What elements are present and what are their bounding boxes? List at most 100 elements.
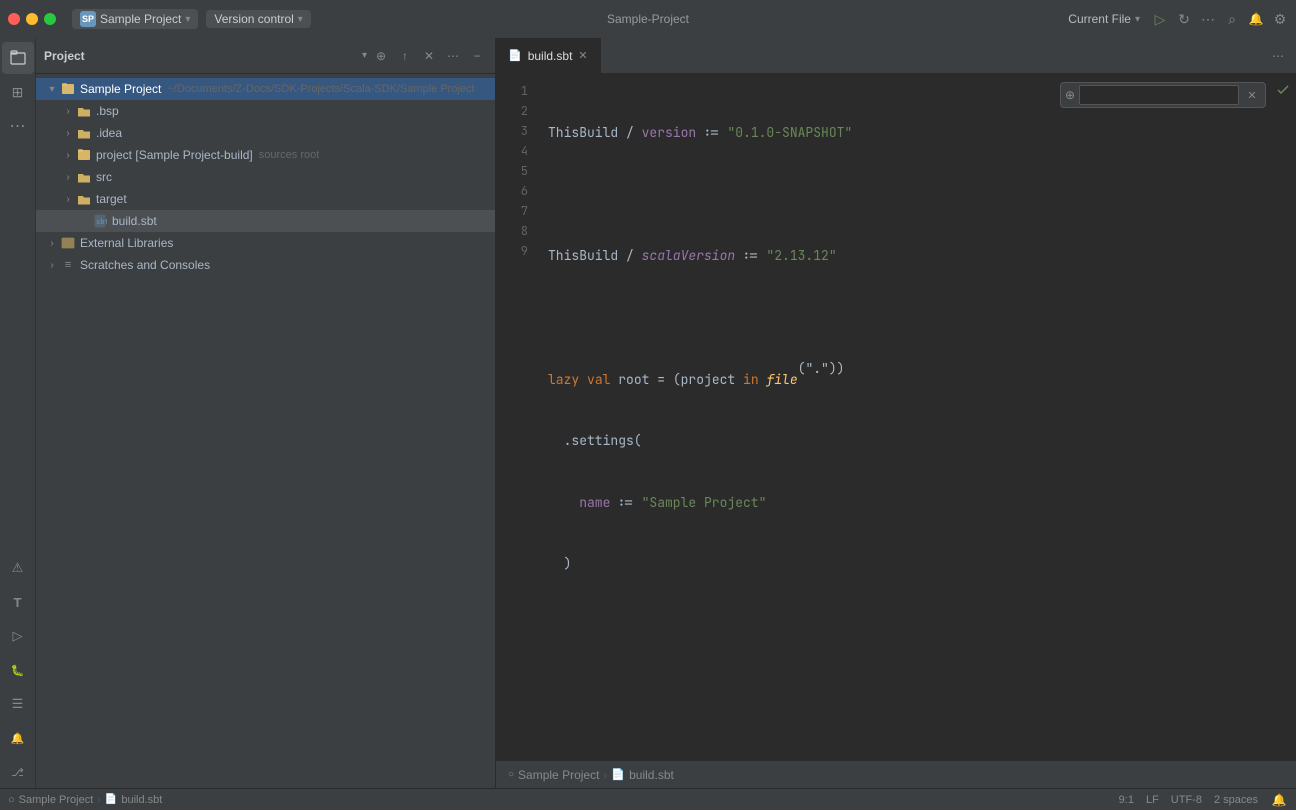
activity-bar: ⊞ ⋯ ⚠ T ▷ 🐛 ☰ 🔔 ⎇ — [0, 38, 36, 788]
tree-item-target[interactable]: › target — [36, 188, 495, 210]
activity-terminal-icon[interactable]: T — [2, 586, 34, 618]
status-left: ○ Sample Project › 📄 build.sbt — [8, 794, 162, 806]
minimize-button[interactable] — [26, 13, 38, 25]
status-file-icon: 📄 — [105, 794, 117, 805]
code-content[interactable]: ThisBuild / version := "0.1.0-SNAPSHOT" … — [536, 74, 1296, 760]
code-line-2 — [548, 185, 1284, 205]
status-position[interactable]: 9:1 — [1119, 794, 1134, 806]
close-panel-button[interactable]: ✕ — [419, 46, 439, 66]
breadcrumb-file[interactable]: 📄 build.sbt — [611, 768, 673, 782]
folder-icon-idea — [76, 125, 92, 141]
line-number-6: 6 — [496, 182, 536, 202]
project-badge[interactable]: SP Sample Project ▾ — [72, 9, 198, 29]
editor-tab-bar: 📄 build.sbt ✕ ⋯ — [496, 38, 1296, 74]
tree-item-external-libraries[interactable]: › External Libraries — [36, 232, 495, 254]
line-number-7: 7 — [496, 202, 536, 222]
line-number-5: 5 — [496, 162, 536, 182]
external-libraries-icon — [60, 235, 76, 251]
status-project-icon: ○ — [8, 794, 15, 806]
search-icon[interactable]: ⌕ — [1224, 11, 1240, 27]
run-icon[interactable]: ▷ — [1152, 11, 1168, 27]
status-bar: ○ Sample Project › 📄 build.sbt 9:1 LF UT… — [0, 788, 1296, 810]
collapse-all-button[interactable]: ↑ — [395, 46, 415, 66]
settings-icon[interactable]: ⚙ — [1272, 11, 1288, 27]
activity-more-icon[interactable]: ⋯ — [2, 110, 34, 142]
svg-text:sbt: sbt — [96, 218, 107, 226]
editor-tab-close-icon[interactable]: ✕ — [578, 49, 587, 62]
tree-secondary-project-build: sources root — [259, 149, 320, 161]
line-number-2: 2 — [496, 102, 536, 122]
tree-label-project-build: project [Sample Project-build] — [96, 148, 253, 162]
status-sep: › — [97, 794, 101, 806]
tree-item-sample-project[interactable]: ▾ Sample Project ~/Documents/Z-Docs/SDK-… — [36, 78, 495, 100]
traffic-lights — [8, 13, 56, 25]
module-icon-project-build — [76, 147, 92, 163]
editor-tab-more-icon[interactable]: ⋯ — [1268, 46, 1288, 66]
status-project-name[interactable]: Sample Project — [19, 794, 94, 806]
more-actions-icon[interactable]: ⋯ — [1200, 11, 1216, 27]
current-file-chevron-icon: ▾ — [1135, 14, 1140, 25]
close-button[interactable] — [8, 13, 20, 25]
tree-item-bsp[interactable]: › .bsp — [36, 100, 495, 122]
status-encoding[interactable]: UTF-8 — [1171, 794, 1202, 806]
toolbar-icons: ▷ ↻ ⋯ ⌕ 🔔 ⚙ — [1152, 11, 1288, 27]
version-control-badge[interactable]: Version control ▾ — [206, 10, 310, 28]
maximize-button[interactable] — [44, 13, 56, 25]
status-indent[interactable]: 2 spaces — [1214, 794, 1258, 806]
project-icon: SP — [80, 11, 96, 27]
activity-bookmarks-icon[interactable]: ⊞ — [2, 76, 34, 108]
status-right: 9:1 LF UTF-8 2 spaces 🔔 — [1119, 791, 1288, 809]
tree-item-src[interactable]: › src — [36, 166, 495, 188]
activity-services-icon[interactable]: ☰ — [2, 688, 34, 720]
status-notifications-icon[interactable]: 🔔 — [1270, 791, 1288, 809]
tree-chevron-external-libraries: › — [44, 235, 60, 251]
breadcrumb-project[interactable]: ○ Sample Project — [508, 768, 599, 782]
title-right-actions: Current File ▾ ▷ ↻ ⋯ ⌕ 🔔 ⚙ — [1068, 11, 1288, 27]
find-zoom-icon: ⊕ — [1065, 88, 1075, 102]
activity-debug-icon[interactable]: 🐛 — [2, 654, 34, 686]
activity-git-icon[interactable]: ⎇ — [2, 756, 34, 788]
main-area: ⊞ ⋯ ⚠ T ▷ 🐛 ☰ 🔔 ⎇ Project ▾ ⊕ ↑ ✕ ⋯ − ▾ — [0, 38, 1296, 788]
code-line-6: .settings( — [548, 432, 1284, 452]
code-editor[interactable]: 1 2 3 4 5 6 7 8 9 ThisBuild / version :=… — [496, 74, 1296, 760]
status-file-name[interactable]: build.sbt — [121, 794, 162, 806]
tree-label-bsp: .bsp — [96, 104, 119, 118]
activity-run-icon[interactable]: ▷ — [2, 620, 34, 652]
current-file-label: Current File — [1068, 12, 1131, 26]
panel-gear-button[interactable]: ⋯ — [443, 46, 463, 66]
breadcrumb-project-label: Sample Project — [518, 768, 599, 782]
project-panel: Project ▾ ⊕ ↑ ✕ ⋯ − ▾ Sampl — [36, 38, 496, 788]
breadcrumb-sep-1: › — [603, 768, 607, 782]
window-center-title: Sample-Project — [607, 12, 689, 26]
tree-item-build-sbt[interactable]: sbt build.sbt — [36, 210, 495, 232]
editor-tab-label: build.sbt — [528, 49, 573, 63]
tree-secondary-sample-project: ~/Documents/Z-Docs/SDK-Projects/Scala-SD… — [167, 83, 474, 95]
editor-tab-file-icon: 📄 — [508, 49, 522, 62]
update-icon[interactable]: ↻ — [1176, 11, 1192, 27]
activity-project-icon[interactable] — [2, 42, 34, 74]
find-bar[interactable]: ⊕ ✕ — [1060, 82, 1266, 108]
find-input[interactable] — [1079, 85, 1239, 105]
activity-problems-icon[interactable]: ⚠ — [2, 552, 34, 584]
notifications-icon[interactable]: 🔔 — [1248, 11, 1264, 27]
locate-file-button[interactable]: ⊕ — [371, 46, 391, 66]
vc-badge-label: Version control — [214, 12, 293, 26]
editor-tab-build-sbt[interactable]: 📄 build.sbt ✕ — [496, 38, 601, 73]
breadcrumb-file-icon: 📄 — [611, 768, 625, 781]
tree-label-sample-project: Sample Project — [80, 82, 161, 96]
tree-chevron-src: › — [60, 169, 76, 185]
current-file-button[interactable]: Current File ▾ — [1068, 12, 1140, 26]
line-number-3: 3 — [496, 122, 536, 142]
editor-area: 📄 build.sbt ✕ ⋯ 1 2 3 4 5 6 7 8 9 — [496, 38, 1296, 788]
status-line-ending[interactable]: LF — [1146, 794, 1159, 806]
panel-minimize-button[interactable]: − — [467, 46, 487, 66]
tree-item-scratches[interactable]: › ≡ Scratches and Consoles — [36, 254, 495, 276]
tree-chevron-sample-project: ▾ — [44, 81, 60, 97]
tree-label-target: target — [96, 192, 127, 206]
tree-item-project-build[interactable]: › project [Sample Project-build] sources… — [36, 144, 495, 166]
tree-label-src: src — [96, 170, 112, 184]
tree-item-idea[interactable]: › .idea — [36, 122, 495, 144]
activity-notifications-icon[interactable]: 🔔 — [2, 722, 34, 754]
find-close-icon[interactable]: ✕ — [1243, 86, 1261, 104]
project-badge-label: Sample Project — [100, 12, 181, 26]
